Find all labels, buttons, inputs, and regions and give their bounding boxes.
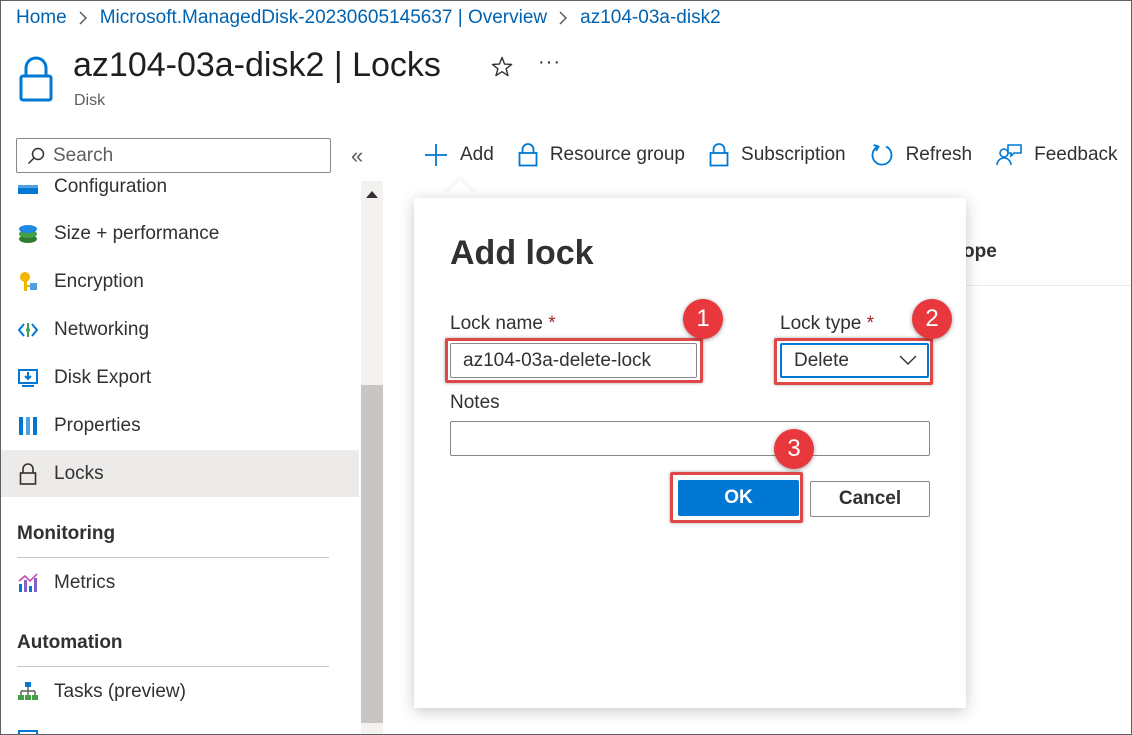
chevron-down-icon — [899, 355, 917, 365]
sidebar-item-properties[interactable]: Properties — [1, 402, 359, 449]
lock-icon — [518, 143, 538, 167]
notes-input[interactable] — [450, 421, 930, 456]
more-options-button[interactable]: ··· — [538, 51, 561, 74]
lock-name-input[interactable] — [450, 343, 697, 378]
resource-group-label: Resource group — [549, 144, 686, 165]
refresh-button[interactable]: Refresh — [870, 143, 973, 167]
metrics-icon — [17, 572, 39, 594]
sidebar-item-label: Tasks (preview) — [54, 680, 186, 702]
step-callout-2: 2 — [912, 299, 952, 339]
breadcrumb-home[interactable]: Home — [16, 7, 67, 29]
resource-group-lock-button[interactable]: Resource group — [518, 143, 685, 167]
sidebar-nav: Configuration Size + performance Encrypt… — [1, 173, 359, 734]
lock-type-value: Delete — [794, 349, 849, 371]
sidebar-item-label: Disk Export — [54, 366, 152, 388]
properties-icon — [17, 415, 39, 437]
sidebar-item-label: Encryption — [54, 270, 144, 292]
sidebar-item-label: Metrics — [54, 571, 116, 593]
lock-type-dropdown[interactable]: Delete — [780, 343, 929, 378]
required-marker: * — [866, 313, 875, 334]
section-heading-monitoring: Monitoring — [17, 523, 116, 544]
cancel-button[interactable]: Cancel — [810, 481, 930, 517]
sidebar-item-networking[interactable]: Networking — [1, 306, 359, 353]
tasks-icon — [17, 681, 39, 703]
divider — [17, 666, 329, 667]
lock-type-label-text: Lock type — [780, 313, 862, 334]
step-callout-3: 3 — [774, 429, 814, 469]
chevron-right-icon — [559, 11, 568, 25]
add-label: Add — [460, 144, 494, 165]
required-marker: * — [548, 313, 556, 334]
sidebar-item-label: Configuration — [54, 175, 168, 197]
search-input[interactable] — [53, 144, 313, 167]
lock-icon — [19, 56, 53, 102]
sidebar-item-configuration[interactable]: Configuration — [1, 173, 359, 210]
sidebar-item-locks[interactable]: Locks — [1, 450, 359, 497]
refresh-icon — [870, 143, 894, 167]
feedback-label: Feedback — [1034, 144, 1118, 165]
add-button[interactable]: Add — [424, 143, 494, 167]
lock-icon — [17, 462, 39, 485]
page-subtitle: Disk — [74, 92, 106, 109]
key-icon — [17, 271, 39, 293]
sidebar-item-label: Locks — [54, 462, 104, 484]
scope-column-header: ope — [963, 241, 997, 262]
collapse-sidebar-button[interactable]: « — [351, 143, 363, 169]
dialog-title: Add lock — [450, 234, 594, 272]
lock-type-label: Lock type * — [780, 313, 874, 335]
sidebar-item-disk-export[interactable]: Disk Export — [1, 354, 359, 401]
feedback-icon — [996, 143, 1022, 167]
refresh-label: Refresh — [905, 144, 973, 165]
star-icon[interactable] — [490, 55, 514, 79]
step-callout-1: 1 — [683, 299, 723, 339]
size-performance-icon — [17, 223, 39, 245]
configuration-icon — [17, 176, 39, 198]
sidebar-item-label: Networking — [54, 318, 150, 340]
sidebar-item-label: Size + performance — [54, 222, 220, 244]
breadcrumb-disk[interactable]: az104-03a-disk2 — [580, 7, 720, 29]
sidebar-search[interactable] — [16, 138, 331, 173]
plus-icon — [424, 143, 448, 167]
sidebar-item-encryption[interactable]: Encryption — [1, 258, 359, 305]
divider — [963, 285, 1131, 286]
template-icon — [17, 729, 39, 734]
sidebar-item-size-performance[interactable]: Size + performance — [1, 210, 359, 257]
page-title: az104-03a-disk2 | Locks — [73, 46, 441, 84]
lock-name-label-text: Lock name — [450, 313, 543, 334]
sidebar-item-metrics[interactable]: Metrics — [1, 559, 359, 606]
export-icon — [17, 367, 39, 389]
sidebar-item-partial — [1, 716, 359, 734]
lock-name-label: Lock name * — [450, 313, 556, 335]
sidebar-item-label: Properties — [54, 414, 141, 436]
divider — [17, 557, 329, 558]
chevron-right-icon — [79, 11, 88, 25]
command-bar: Add Resource group Subscription Refresh … — [424, 139, 1131, 171]
subscription-label: Subscription — [741, 144, 846, 165]
feedback-button[interactable]: Feedback — [996, 143, 1118, 167]
breadcrumb: Home Microsoft.ManagedDisk-2023060514563… — [16, 6, 721, 30]
subscription-lock-button[interactable]: Subscription — [709, 143, 846, 167]
scrollbar-thumb[interactable] — [361, 385, 383, 723]
search-icon — [27, 147, 45, 164]
section-heading-automation: Automation — [17, 632, 123, 653]
sidebar-item-tasks[interactable]: Tasks (preview) — [1, 668, 359, 715]
notes-label: Notes — [450, 392, 500, 413]
ok-button[interactable]: OK — [678, 480, 799, 516]
scroll-up-icon[interactable] — [366, 191, 378, 198]
add-lock-dialog: Add lock Lock name * Lock type * Delete … — [414, 198, 966, 708]
lock-icon — [709, 143, 729, 167]
portal-frame: Home Microsoft.ManagedDisk-2023060514563… — [0, 0, 1132, 735]
breadcrumb-overview[interactable]: Microsoft.ManagedDisk-20230605145637 | O… — [100, 7, 547, 29]
networking-icon — [17, 319, 39, 341]
